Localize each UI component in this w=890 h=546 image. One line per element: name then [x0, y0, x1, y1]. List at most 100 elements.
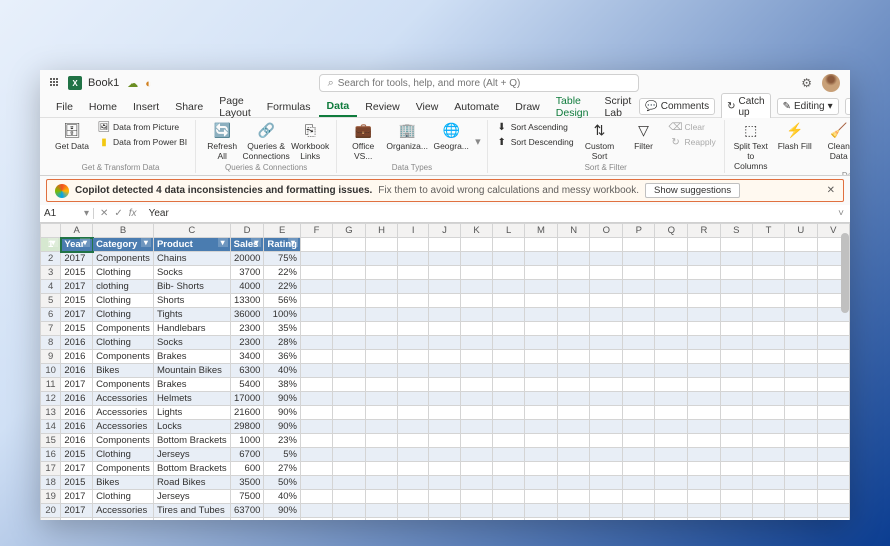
cell[interactable]	[590, 504, 623, 518]
cell[interactable]	[752, 462, 784, 476]
cell[interactable]	[557, 294, 590, 308]
cell[interactable]: 2017	[61, 462, 93, 476]
cell[interactable]	[460, 322, 492, 336]
cell[interactable]	[300, 308, 332, 322]
cell[interactable]: 7500	[230, 490, 264, 504]
cell[interactable]	[655, 504, 688, 518]
cell[interactable]: 38%	[264, 378, 301, 392]
cell[interactable]	[398, 476, 429, 490]
row-header[interactable]: 20	[41, 504, 61, 518]
office-vs-button[interactable]: 💼Office VS...	[343, 120, 383, 161]
cell[interactable]: Handlebars	[153, 322, 230, 336]
cell[interactable]	[300, 392, 332, 406]
cell[interactable]	[623, 392, 655, 406]
cell[interactable]	[655, 476, 688, 490]
cell[interactable]: 90%	[264, 406, 301, 420]
cell[interactable]: Shorts	[153, 294, 230, 308]
data-from-picture-button[interactable]: 🖼Data from Picture	[96, 120, 189, 134]
cell[interactable]	[557, 462, 590, 476]
cell[interactable]: Cargo Bike	[153, 518, 230, 521]
cell[interactable]	[655, 364, 688, 378]
cell[interactable]	[525, 420, 558, 434]
cell[interactable]	[623, 336, 655, 350]
cell[interactable]: Components	[93, 252, 154, 266]
cell[interactable]	[785, 504, 818, 518]
cell[interactable]: Accessories	[93, 406, 154, 420]
cell[interactable]	[655, 392, 688, 406]
cell[interactable]	[557, 406, 590, 420]
cell[interactable]	[623, 378, 655, 392]
cell[interactable]	[785, 518, 818, 521]
cell[interactable]: Clothing	[93, 490, 154, 504]
cell[interactable]: 2016	[61, 434, 93, 448]
cell[interactable]	[557, 378, 590, 392]
table-header-cell[interactable]: Rating	[264, 238, 301, 252]
cell[interactable]	[300, 406, 332, 420]
cell[interactable]	[525, 364, 558, 378]
cell[interactable]	[557, 336, 590, 350]
cell[interactable]	[720, 322, 752, 336]
row-header[interactable]: 9	[41, 350, 61, 364]
cell[interactable]	[623, 490, 655, 504]
cell[interactable]	[785, 350, 818, 364]
cell[interactable]: Bottom Brackets	[153, 462, 230, 476]
cell[interactable]	[398, 364, 429, 378]
cell[interactable]	[752, 336, 784, 350]
cell[interactable]	[398, 238, 429, 252]
cell[interactable]: 29800	[230, 420, 264, 434]
cell[interactable]	[720, 406, 752, 420]
cell[interactable]	[429, 504, 461, 518]
table-header-cell[interactable]: Year	[61, 238, 93, 252]
cell[interactable]: Bib- Shorts	[153, 280, 230, 294]
row-header[interactable]: 7	[41, 322, 61, 336]
cell[interactable]	[525, 322, 558, 336]
cell[interactable]	[720, 490, 752, 504]
cell[interactable]	[493, 420, 525, 434]
tab-share[interactable]: Share	[167, 98, 211, 116]
cell[interactable]: 75%	[264, 252, 301, 266]
cell[interactable]: 17000	[230, 392, 264, 406]
cell[interactable]	[333, 308, 366, 322]
tab-page-layout[interactable]: Page Layout	[211, 92, 259, 122]
cell[interactable]	[720, 294, 752, 308]
cell[interactable]: 2015	[61, 476, 93, 490]
cell[interactable]	[333, 504, 366, 518]
cell[interactable]: Accessories	[93, 392, 154, 406]
cell[interactable]	[365, 280, 398, 294]
cell[interactable]: Bottom Brackets	[153, 434, 230, 448]
cell[interactable]	[752, 392, 784, 406]
cell[interactable]	[333, 294, 366, 308]
flash-fill-button[interactable]: ⚡Flash Fill	[775, 120, 815, 151]
cell[interactable]	[365, 294, 398, 308]
cell[interactable]: 1000	[230, 434, 264, 448]
cell[interactable]	[752, 448, 784, 462]
cell[interactable]	[557, 504, 590, 518]
row-header[interactable]: 5	[41, 294, 61, 308]
cell[interactable]	[460, 490, 492, 504]
cell[interactable]	[688, 364, 721, 378]
cell[interactable]	[623, 252, 655, 266]
cell[interactable]	[493, 490, 525, 504]
cell[interactable]: Components	[93, 322, 154, 336]
cell[interactable]	[460, 350, 492, 364]
cell[interactable]	[688, 406, 721, 420]
cell[interactable]	[688, 392, 721, 406]
cell[interactable]	[655, 350, 688, 364]
privacy-icon[interactable]: ◐	[145, 78, 152, 90]
cell[interactable]	[623, 476, 655, 490]
cell[interactable]	[398, 420, 429, 434]
cell[interactable]	[460, 462, 492, 476]
cell[interactable]	[365, 420, 398, 434]
cell[interactable]	[785, 364, 818, 378]
text-to-columns-button[interactable]: ⬚Split Text to Columns	[731, 120, 771, 171]
cell[interactable]	[460, 336, 492, 350]
cell[interactable]	[720, 504, 752, 518]
cell[interactable]	[720, 350, 752, 364]
row-header[interactable]: 4	[41, 280, 61, 294]
cell[interactable]	[525, 252, 558, 266]
cell[interactable]	[525, 448, 558, 462]
cell[interactable]: Brakes	[153, 350, 230, 364]
cell[interactable]	[590, 252, 623, 266]
cell[interactable]	[752, 266, 784, 280]
app-launcher-icon[interactable]	[50, 78, 60, 88]
